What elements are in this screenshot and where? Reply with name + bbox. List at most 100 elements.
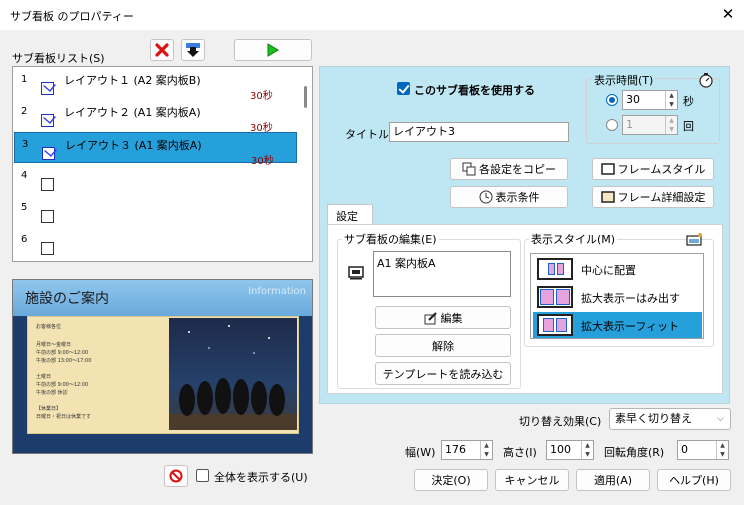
list-row-6[interactable]: 6 <box>14 228 297 259</box>
row-checkbox[interactable] <box>41 82 54 95</box>
scrollbar-thumb[interactable] <box>304 86 307 108</box>
apply-label: 適用(A) <box>593 474 633 487</box>
show-all-label: 全体を表示する(U) <box>214 471 308 484</box>
preview-line: 月曜日～金曜日 <box>36 342 72 348</box>
count-unit: 回 <box>683 120 694 133</box>
frame-style-button[interactable]: フレームスタイル <box>592 158 714 180</box>
list-row-2[interactable]: 2 レイアウト２ (A1 案内板A) 30秒 <box>14 100 297 134</box>
rotation-spinner[interactable]: ▲ ▼ <box>716 441 728 459</box>
preview-line: 日曜日・祝日は休業です <box>36 414 92 420</box>
row-name: レイアウト１ (A2 案内板B) <box>64 74 201 87</box>
fit-style-icon <box>537 314 573 336</box>
height-label: 高さ(I) <box>503 446 537 459</box>
edit-label: 編集 <box>440 311 463 325</box>
transition-label: 切り替え効果(C) <box>519 415 602 428</box>
cancel-label: キャンセル <box>504 474 560 487</box>
transition-select[interactable]: 素早く切り替え ⌵ <box>609 408 731 430</box>
load-template-button[interactable]: テンプレートを読み込む <box>375 362 511 385</box>
rotation-label: 回転角度(R) <box>604 446 665 459</box>
cancel-button[interactable]: キャンセル <box>495 469 569 491</box>
display-condition-label: 表示条件 <box>495 191 540 204</box>
list-row-5[interactable]: 5 <box>14 196 297 227</box>
row-checkbox[interactable] <box>41 210 54 223</box>
preview-line: 午前の部 9:00～12:00 <box>36 350 89 356</box>
count-value: 1 <box>626 118 633 131</box>
count-spinner[interactable]: ▲ ▼ <box>665 116 677 134</box>
overflow-style-icon <box>537 286 573 308</box>
seconds-spinner[interactable]: ▲ ▼ <box>665 91 677 109</box>
frame-detail-button[interactable]: フレーム詳細設定 <box>592 186 714 208</box>
style-settings-icon[interactable] <box>686 232 704 246</box>
red-x-icon <box>155 43 169 57</box>
style-option-overflow[interactable]: 拡大表示ーはみ出す <box>533 284 702 310</box>
list-scrollbar[interactable] <box>301 69 311 259</box>
frame-detail-icon <box>600 191 615 203</box>
row-number: 4 <box>21 170 28 181</box>
seconds-radio[interactable] <box>606 94 618 106</box>
frame-style-label: フレームスタイル <box>617 163 706 176</box>
tab-settings[interactable]: 設定 <box>327 204 373 225</box>
layout-preview: 施設のご案内 Information お客様各位 月曜日～金曜日 午前の部 9:… <box>12 279 313 454</box>
style-option-label: 中心に配置 <box>581 264 636 277</box>
row-checkbox[interactable] <box>42 147 55 160</box>
list-row-3[interactable]: 3 レイアウト３ (A1 案内板A) 30秒 <box>14 132 297 167</box>
preview-heading: 施設のご案内 <box>25 291 109 307</box>
clock-icon <box>479 190 493 204</box>
width-spinner[interactable]: ▲ ▼ <box>480 441 492 459</box>
title-label: タイトル <box>345 128 389 141</box>
release-button[interactable]: 解除 <box>375 334 511 357</box>
width-value: 176 <box>445 443 466 456</box>
style-option-center[interactable]: 中心に配置 <box>533 256 702 282</box>
copy-icon <box>462 162 476 176</box>
help-button[interactable]: ヘルプ(H) <box>657 469 731 491</box>
preview-dog-photo <box>169 318 297 430</box>
rotation-value: 0 <box>681 443 688 456</box>
title-input[interactable]: レイアウト3 <box>389 122 569 142</box>
copy-settings-label: 各設定をコピー <box>479 163 556 176</box>
row-checkbox[interactable] <box>41 242 54 255</box>
row-checkbox[interactable] <box>41 178 54 191</box>
row-checkbox[interactable] <box>41 114 54 127</box>
title-bar: サブ看板 のプロパティー ✕ <box>0 0 744 30</box>
count-radio[interactable] <box>606 119 618 131</box>
ok-button[interactable]: 決定(O) <box>414 469 488 491</box>
copy-settings-button[interactable]: 各設定をコピー <box>450 158 568 180</box>
sub-signboard-list[interactable]: 1 レイアウト１ (A2 案内板B) 30秒 2 レイアウト２ (A1 案内板A… <box>12 66 313 262</box>
apply-button[interactable]: 適用(A) <box>576 469 650 491</box>
dogs-image-icon <box>169 325 297 430</box>
style-option-fit[interactable]: 拡大表示ーフィット <box>533 312 702 338</box>
height-value: 100 <box>550 443 571 456</box>
title-value: レイアウト3 <box>393 125 455 138</box>
preview-line: 土曜日 <box>36 374 52 380</box>
display-condition-button[interactable]: 表示条件 <box>450 186 568 208</box>
pencil-icon <box>424 311 438 325</box>
style-option-label: 拡大表示ーフィット <box>581 320 680 333</box>
signboard-icon <box>348 266 364 280</box>
move-down-button[interactable] <box>181 39 205 61</box>
preview-line: お客様各位 <box>36 324 62 330</box>
no-display-button[interactable] <box>164 465 188 487</box>
list-row-4[interactable]: 4 <box>14 164 297 195</box>
height-spinner[interactable]: ▲ ▼ <box>581 441 593 459</box>
load-template-label: テンプレートを読み込む <box>382 367 504 381</box>
play-button[interactable] <box>234 39 312 61</box>
frame-icon <box>600 163 615 175</box>
chevron-down-icon: ⌵ <box>717 414 724 424</box>
row-number: 3 <box>22 139 29 150</box>
show-all-checkbox[interactable] <box>196 469 209 482</box>
sub-edit-box: A1 案内板A <box>373 251 511 297</box>
help-label: ヘルプ(H) <box>669 474 719 487</box>
preview-line: 【休業日】 <box>36 406 62 412</box>
list-row-1[interactable]: 1 レイアウト１ (A2 案内板B) 30秒 <box>14 68 297 102</box>
play-icon <box>267 43 279 57</box>
delete-button[interactable] <box>150 39 174 61</box>
row-number: 5 <box>21 202 28 213</box>
display-style-list[interactable]: 中心に配置 拡大表示ーはみ出す 拡大表示ーフィット <box>530 253 704 339</box>
use-sub-checkbox[interactable] <box>397 82 410 95</box>
row-name: レイアウト２ (A1 案内板A) <box>64 106 201 119</box>
row-number: 6 <box>21 234 28 245</box>
sub-edit-label: サブ看板の編集(E) <box>342 231 439 247</box>
edit-button[interactable]: 編集 <box>375 306 511 329</box>
transition-value: 素早く切り替え <box>615 412 692 425</box>
close-icon[interactable]: ✕ <box>718 4 738 24</box>
